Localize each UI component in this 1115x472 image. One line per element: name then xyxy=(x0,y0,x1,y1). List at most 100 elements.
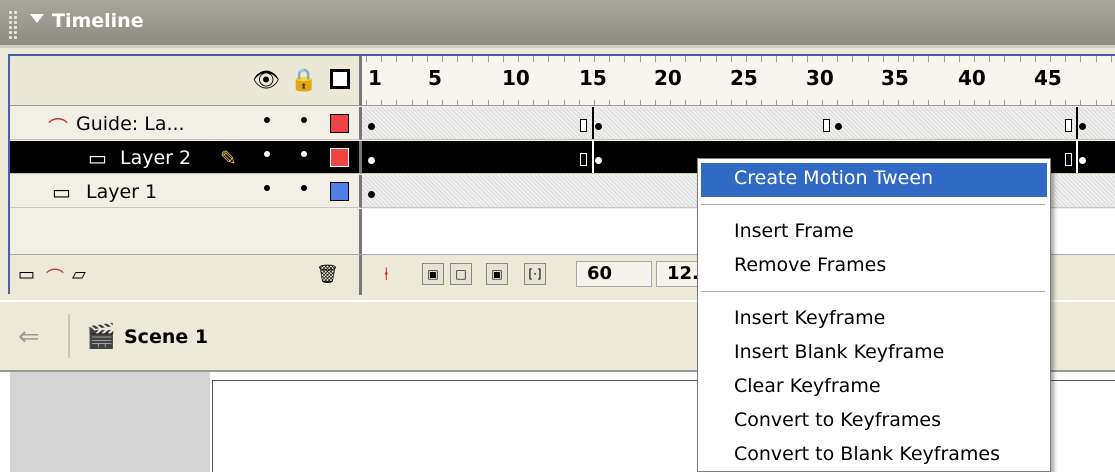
ruler-tick xyxy=(928,56,930,62)
ruler-tick xyxy=(502,56,504,62)
ruler-label: 20 xyxy=(654,66,682,90)
ruler-tick xyxy=(943,100,945,105)
ruler-tick xyxy=(578,56,580,62)
ruler-tick xyxy=(898,100,899,105)
end-frame[interactable] xyxy=(1065,119,1072,132)
keyframe[interactable] xyxy=(1079,123,1086,130)
ruler-tick xyxy=(761,56,763,62)
menu-item-clear-keyframe[interactable]: Clear Keyframe xyxy=(701,371,1047,405)
ruler-tick xyxy=(958,56,960,62)
ruler-tick xyxy=(366,100,367,105)
ruler-tick xyxy=(700,56,702,62)
ruler-tick xyxy=(1034,100,1036,105)
menu-item-convert-to-keyframes[interactable]: Convert to Keyframes xyxy=(701,405,1047,439)
menu-separator xyxy=(701,204,1045,205)
lock-dot[interactable] xyxy=(301,151,307,157)
add-guide-layer-icon[interactable]: ⌒ xyxy=(46,264,64,290)
outline-color-box[interactable] xyxy=(330,148,349,167)
ruler-tick xyxy=(1095,56,1097,62)
ruler-tick xyxy=(457,100,459,105)
ruler-tick xyxy=(654,100,656,105)
keyframe[interactable] xyxy=(368,191,375,198)
ruler-tick xyxy=(685,56,687,62)
menu-item-insert-blank-keyframe[interactable]: Insert Blank Keyframe xyxy=(701,337,1047,371)
visibility-dot[interactable] xyxy=(264,117,270,123)
collapse-arrow-icon[interactable] xyxy=(30,14,44,23)
end-frame[interactable] xyxy=(580,153,587,166)
ruler-tick xyxy=(472,56,474,62)
end-frame[interactable] xyxy=(823,119,830,132)
outline-icon[interactable] xyxy=(330,69,350,89)
menu-item-create-motion-tween[interactable]: Create Motion Tween xyxy=(701,163,1047,197)
ruler-tick xyxy=(670,100,671,105)
keyframe[interactable] xyxy=(595,123,602,130)
end-frame[interactable] xyxy=(580,119,587,132)
ruler-tick xyxy=(867,56,869,62)
layer-row-layer-2[interactable]: ▭ Layer 2 ✎ xyxy=(10,141,362,174)
ruler-tick xyxy=(746,100,747,105)
keyframe[interactable] xyxy=(368,123,375,130)
ruler-tick xyxy=(1110,56,1112,62)
ruler-tick xyxy=(852,56,854,62)
pencil-icon: ✎ xyxy=(220,146,237,170)
frames-guide[interactable] xyxy=(362,107,1115,140)
menu-item-insert-frame[interactable]: Insert Frame xyxy=(701,216,1047,250)
ruler-tick xyxy=(457,56,459,62)
end-frame[interactable] xyxy=(1065,153,1072,166)
lock-dot[interactable] xyxy=(301,185,307,191)
ruler-label: 25 xyxy=(730,66,758,90)
ruler-tick xyxy=(806,56,808,62)
ruler-tick xyxy=(958,100,960,105)
onion-skin-outlines-button[interactable]: □ xyxy=(450,263,472,285)
layer-row-guide[interactable]: ⌒ Guide: La... xyxy=(10,107,362,140)
back-arrow-icon[interactable]: ⇐ xyxy=(18,322,40,352)
ruler-tick xyxy=(624,100,626,105)
ruler-tick xyxy=(381,100,383,105)
layer-row-layer-1[interactable]: ▭ Layer 1 xyxy=(10,175,362,208)
menu-item-insert-keyframe[interactable]: Insert Keyframe xyxy=(701,303,1047,337)
insert-folder-icon[interactable]: ▱ xyxy=(72,264,86,285)
ruler-tick xyxy=(974,56,975,62)
menu-item-convert-to-blank-keyframes[interactable]: Convert to Blank Keyframes xyxy=(701,439,1047,472)
trash-icon[interactable]: 🗑 xyxy=(316,264,339,285)
separator xyxy=(68,314,70,358)
menu-separator xyxy=(701,291,1045,292)
ruler-tick xyxy=(396,100,398,105)
onion-skin-button[interactable]: ▣ xyxy=(422,263,444,285)
eye-icon[interactable]: 👁 xyxy=(252,70,280,92)
keyframe[interactable] xyxy=(835,123,842,130)
frame-ruler[interactable]: 1 5 10 15 20 25 30 35 40 45 xyxy=(362,56,1115,106)
lock-icon[interactable]: 🔒 xyxy=(290,70,317,92)
ruler-tick xyxy=(806,100,808,105)
ruler-tick xyxy=(1004,56,1006,62)
ruler-tick xyxy=(472,100,474,105)
ruler-tick xyxy=(715,56,717,62)
ruler-tick xyxy=(928,100,930,105)
outline-color-box[interactable] xyxy=(330,182,349,201)
ruler-tick xyxy=(913,100,915,105)
frame-divider xyxy=(1076,141,1078,173)
center-frame-icon[interactable]: ⍿ xyxy=(384,264,389,285)
edit-multiple-frames-button[interactable]: ▣ xyxy=(486,263,508,285)
ruler-tick xyxy=(518,100,519,105)
insert-layer-icon[interactable]: ▭ xyxy=(18,264,35,285)
keyframe[interactable] xyxy=(1079,157,1086,164)
visibility-dot[interactable] xyxy=(264,151,270,157)
keyframe[interactable] xyxy=(595,157,602,164)
ruler-label: 45 xyxy=(1034,66,1062,90)
ruler-tick xyxy=(670,56,671,62)
grip-handle[interactable] xyxy=(8,10,18,40)
visibility-dot[interactable] xyxy=(264,185,270,191)
scene-label[interactable]: Scene 1 xyxy=(124,326,208,348)
keyframe[interactable] xyxy=(368,157,375,164)
modify-onion-markers-button[interactable]: [·] xyxy=(524,263,546,285)
ruler-tick xyxy=(1019,56,1021,62)
lock-dot[interactable] xyxy=(301,117,307,123)
frame-context-menu: Create Motion Tween Insert Frame Remove … xyxy=(697,158,1051,472)
ruler-tick xyxy=(898,56,899,62)
panel-title-bar[interactable]: Timeline xyxy=(0,0,1115,48)
menu-item-remove-frames[interactable]: Remove Frames xyxy=(701,250,1047,284)
outline-color-box[interactable] xyxy=(330,114,349,133)
ruler-tick xyxy=(1095,100,1097,105)
ruler-label: 40 xyxy=(958,66,986,90)
